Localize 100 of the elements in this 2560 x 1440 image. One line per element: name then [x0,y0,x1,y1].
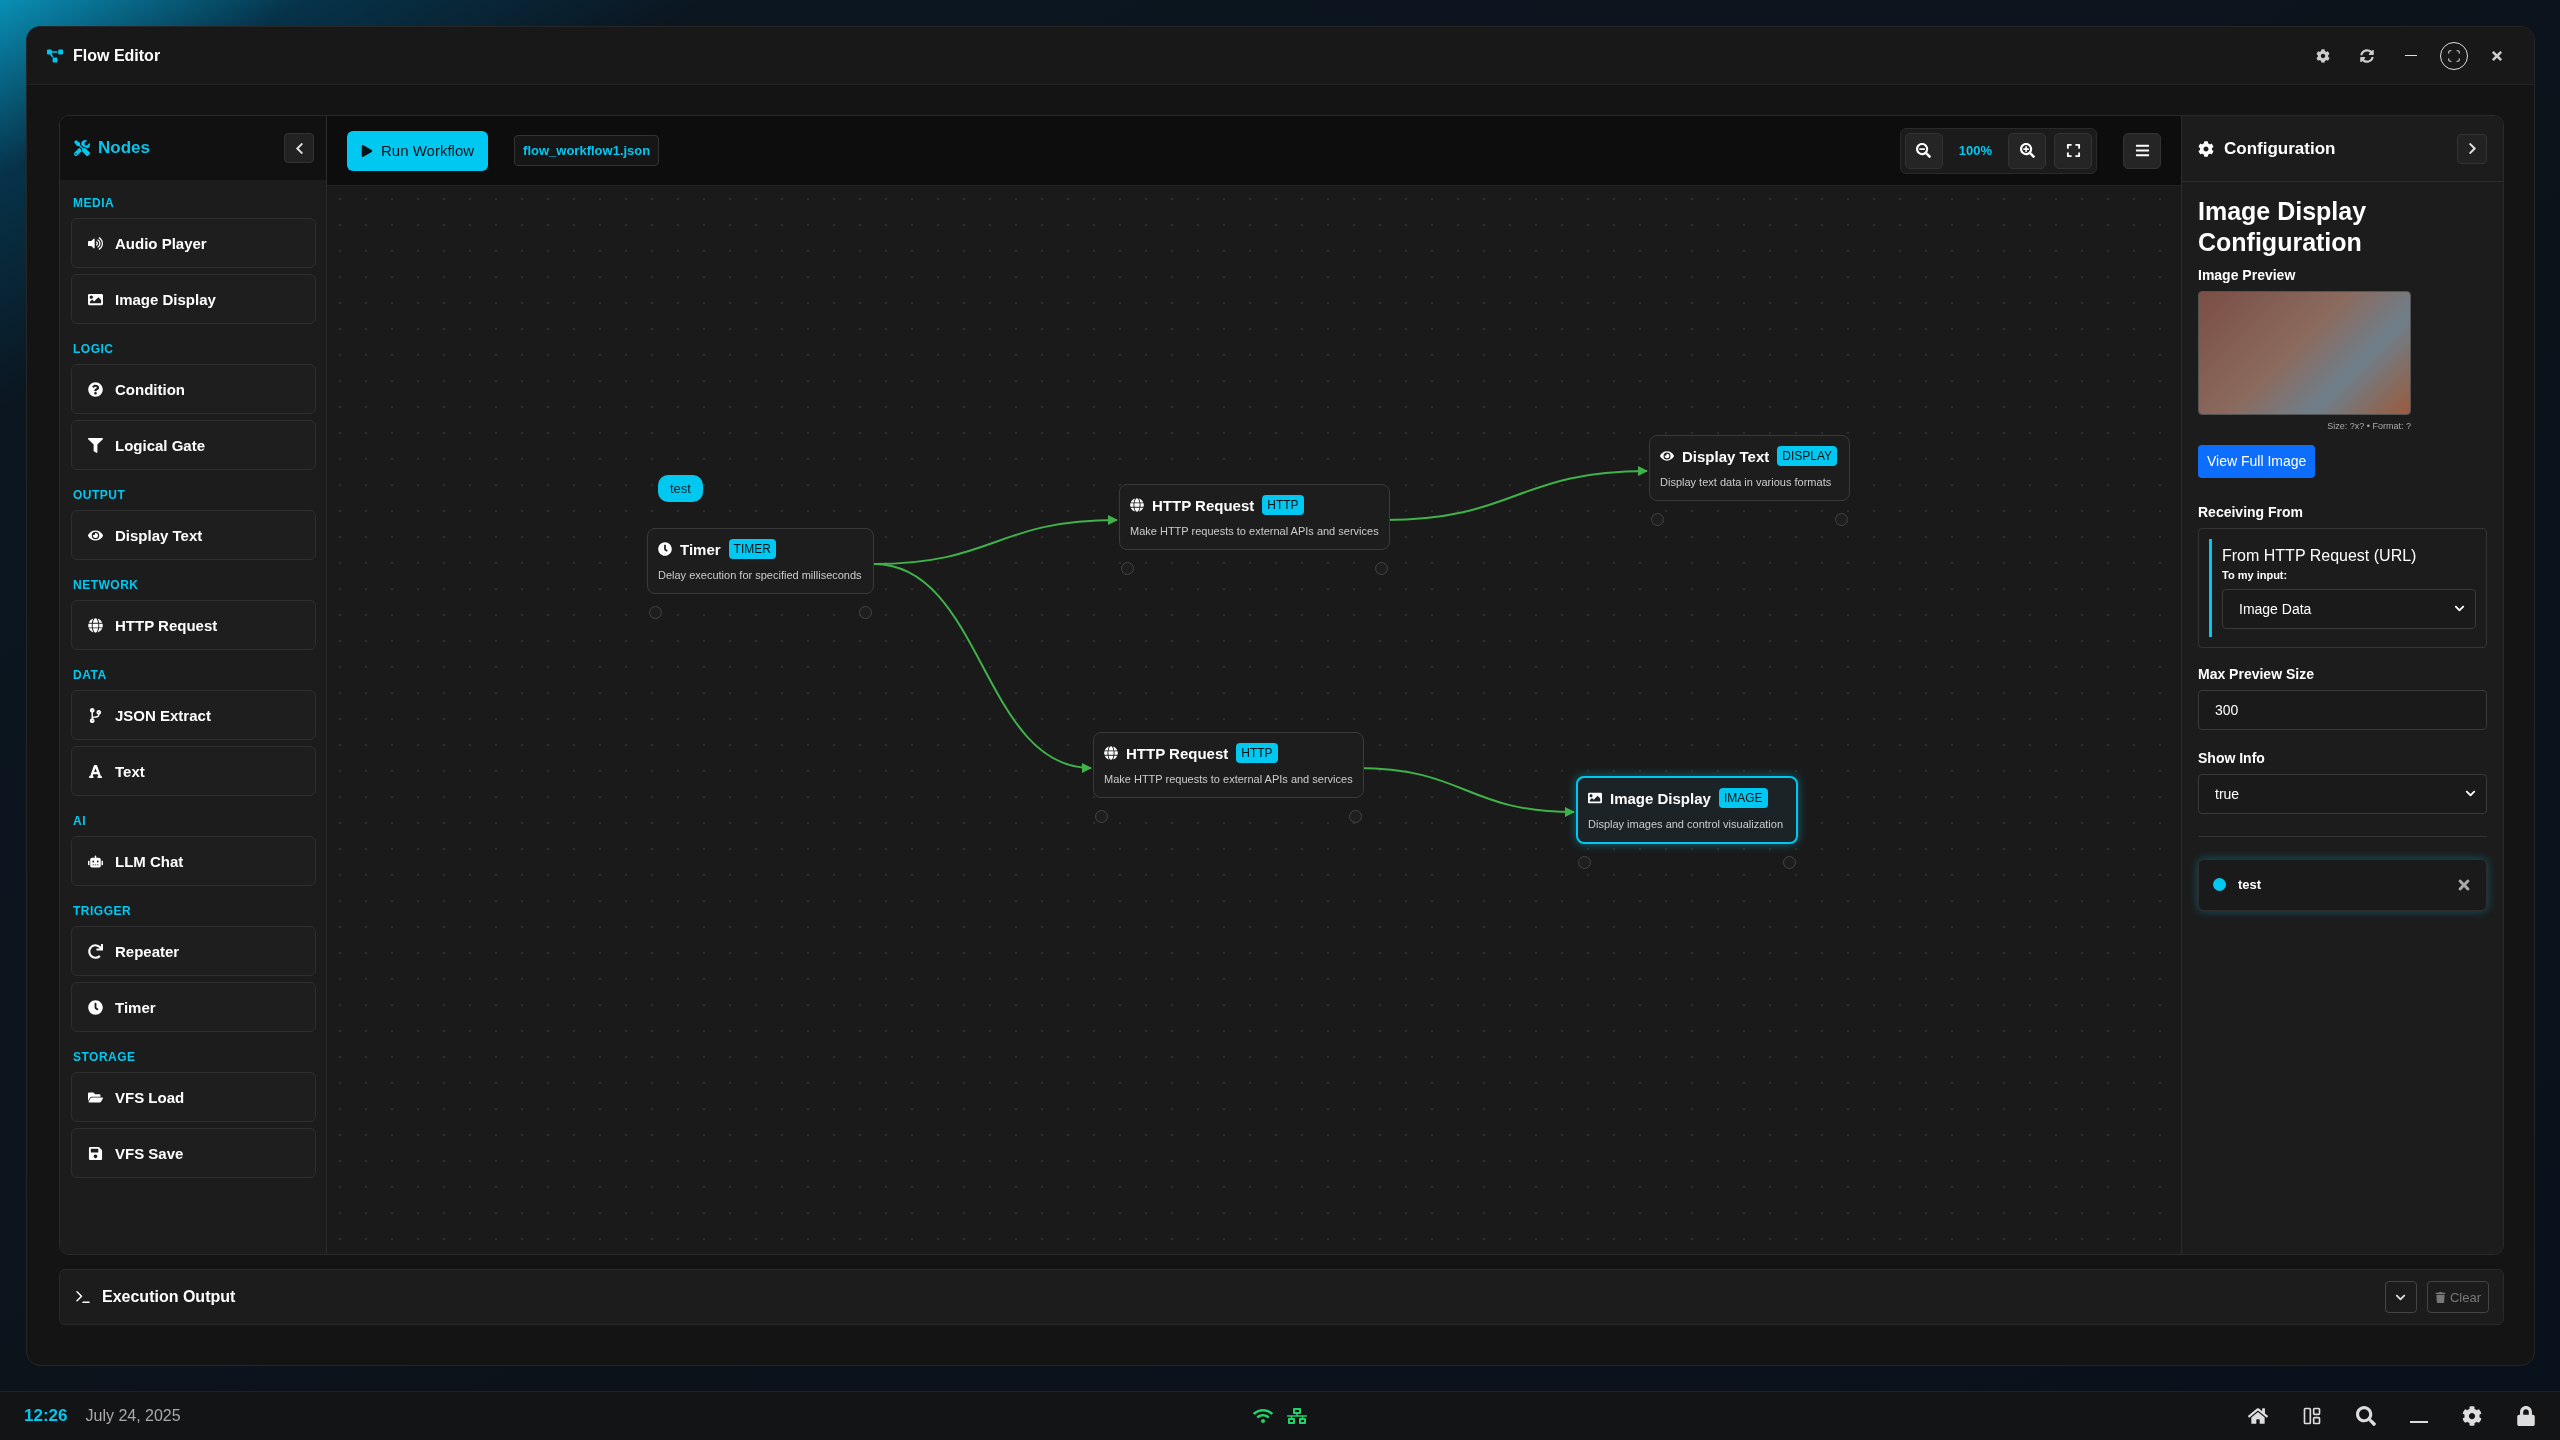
branch-icon [88,707,103,723]
flow-node[interactable]: Timer TIMER Delay execution for specified milliseconds [647,528,874,594]
lock-icon [2516,1406,2536,1426]
output-port-handle[interactable] [859,606,872,619]
eye-icon [1660,449,1674,463]
node-title: Display Text [1682,447,1770,465]
fit-view-button[interactable] [2054,132,2092,169]
robot-icon [88,853,103,869]
node-description: Display images and control visualization [1588,818,1785,830]
node-title: Image Display [1610,789,1711,807]
window-title: Flow Editor [73,46,162,65]
zoom-out-button[interactable] [1904,132,1943,169]
node-item[interactable]: Timer [71,982,316,1032]
field-label: Receiving From [2198,503,2305,520]
status-dot [2213,878,2226,891]
flow-node[interactable]: HTTP Request HTTP Make HTTP requests to external APIs and services [1093,732,1364,798]
minus-icon [2410,1421,2428,1423]
node-type-badge: HTTP [1262,495,1304,515]
field-label: Show Info [2198,749,2266,766]
lock-button[interactable] [2516,1406,2536,1426]
view-full-image-button[interactable]: View Full Image [2198,444,2316,478]
section-label: NETWORK [73,578,140,592]
letter-icon [88,763,103,779]
chevron-down-icon [2465,788,2476,799]
clock-icon [88,999,103,1015]
node-item[interactable]: Text [71,746,316,796]
grid-icon [2302,1406,2322,1426]
zoom-in-button[interactable] [2008,132,2046,169]
input-port-handle[interactable] [1651,513,1664,526]
node-type-badge: DISPLAY [1777,446,1838,466]
globe-icon [1130,498,1144,512]
node-item[interactable]: Condition [71,364,316,414]
trash-icon [2434,1291,2446,1303]
gear-icon [2462,1406,2482,1426]
run-workflow-button[interactable]: Run Workflow [347,130,489,171]
expand-button[interactable] [2384,1281,2417,1313]
section-label: DATA [73,668,108,682]
output-port-handle[interactable] [1348,810,1362,823]
menu-button[interactable] [2123,132,2161,169]
question-icon [88,381,103,397]
input-select[interactable]: Image Data [2222,588,2476,629]
node-title: Timer [680,540,721,558]
section-label: AI [73,814,87,828]
image-icon [1588,791,1602,805]
minus-icon [2405,54,2417,57]
input-port-handle[interactable] [1095,810,1108,823]
home-icon [2248,1406,2268,1426]
funnel-icon [88,437,103,453]
clock-date: July 24, 2025 [85,1407,181,1425]
gear-icon [2316,48,2330,63]
node-item[interactable]: Display Text [71,510,316,560]
node-title: HTTP Request [1126,744,1229,762]
input-port-handle[interactable] [1578,856,1591,869]
node-description: Make HTTP requests to external APIs and services [1104,773,1353,785]
flow-node[interactable]: Image Display IMAGE Display images and control visualization [1576,776,1798,844]
zoom-out-icon [1916,143,1932,158]
flow-node[interactable]: Display Text DISPLAY Display text data in various formats [1649,435,1850,501]
panel-title: Configuration [2224,138,2337,159]
field-label: Image Preview [2198,266,2297,283]
node-item[interactable]: JSON Extract [71,690,316,740]
terminal-icon [74,1288,92,1306]
input-port-handle[interactable] [649,606,662,619]
home-button[interactable] [2248,1406,2268,1426]
input-field[interactable]: 300 [2198,689,2487,730]
node-item[interactable]: VFS Load [71,1072,316,1122]
windows-button[interactable] [2302,1406,2322,1426]
output-port-handle[interactable] [1835,513,1848,526]
node-item[interactable]: VFS Save [71,1128,316,1178]
input-port-handle[interactable] [1121,562,1134,575]
flow-node[interactable]: HTTP Request HTTP Make HTTP requests to external APIs and services [1119,484,1390,550]
node-item[interactable]: Audio Player [71,218,316,268]
node-item[interactable]: Logical Gate [71,420,316,470]
node-item[interactable]: LLM Chat [71,836,316,886]
collapse-button[interactable] [2457,133,2487,164]
output-port-handle[interactable] [1783,856,1796,869]
node-item[interactable]: Image Display [71,274,316,324]
refresh-icon [88,943,103,959]
collapse-button[interactable] [284,133,314,163]
group-label[interactable]: test [658,475,703,502]
source-name: From HTTP Request (URL) [2222,546,2418,565]
search-icon [2356,1406,2376,1426]
image-icon [88,291,103,307]
app-logo-icon [47,47,63,64]
globe-icon [1104,746,1118,760]
node-description: Display text data in various formats [1660,476,1833,488]
zoom-in-icon [2019,143,2035,158]
network-icon [1287,1406,1307,1426]
search-button[interactable] [2356,1406,2376,1426]
node-description: Make HTTP requests to external APIs and services [1130,525,1379,537]
clock-icon [658,542,672,556]
refresh-icon [2360,48,2374,63]
node-item[interactable]: Repeater [71,926,316,976]
settings-button[interactable] [2462,1406,2482,1426]
node-item[interactable]: HTTP Request [71,600,316,650]
globe-icon [88,617,103,633]
select-field[interactable]: true [2198,773,2487,814]
output-port-handle[interactable] [1374,562,1388,575]
node-title: HTTP Request [1152,496,1255,514]
floppy-icon [88,1145,103,1161]
chevron-down-icon [2454,603,2465,614]
